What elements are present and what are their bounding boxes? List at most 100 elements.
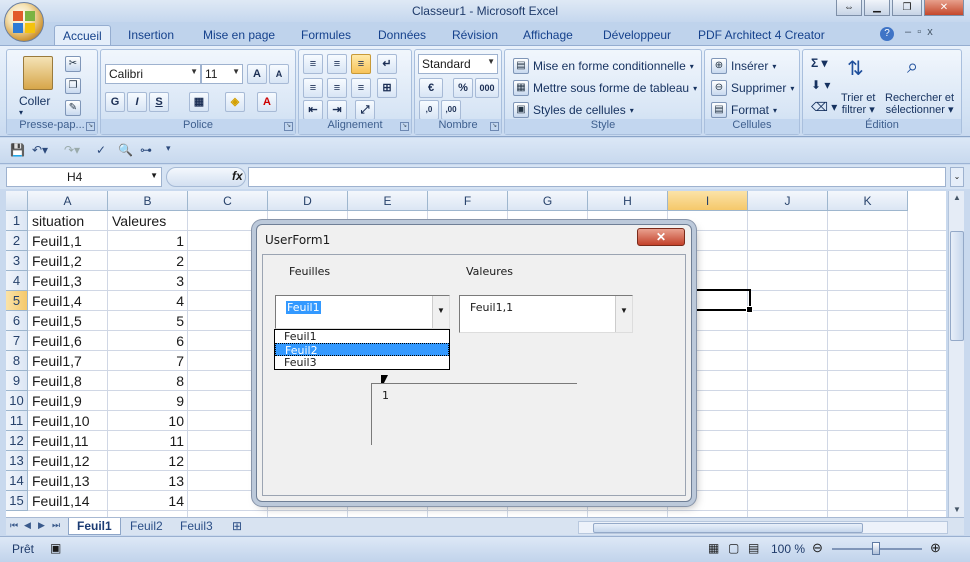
column-header-h[interactable]: H <box>588 191 668 211</box>
tab-insertion[interactable]: Insertion <box>120 25 182 46</box>
paste-button[interactable]: Coller <box>19 94 50 108</box>
cell-a[interactable]: Feuil1,1 <box>28 231 108 251</box>
last-sheet-icon[interactable]: ⏭ <box>52 520 60 531</box>
cell-a[interactable]: Feuil1,10 <box>28 411 108 431</box>
sheets-combobox[interactable]: Feuil1 ▼ <box>275 295 450 329</box>
delete-button[interactable]: ⊖ Supprimer ▾ <box>711 80 794 96</box>
paste-dropdown-icon[interactable]: ▾ <box>19 108 23 117</box>
row-header[interactable]: 10 <box>6 391 28 411</box>
insert-button[interactable]: ⊕ Insérer ▾ <box>711 58 776 74</box>
wrap-text-icon[interactable]: ↵ <box>377 54 397 74</box>
values-combobox[interactable]: Feuil1,1 ▼ <box>459 295 633 333</box>
row-header[interactable]: 2 <box>6 231 28 251</box>
zoom-in-icon[interactable]: ⊕ <box>930 540 941 556</box>
name-box[interactable]: H4 ▼ <box>6 167 162 187</box>
row-header[interactable]: 12 <box>6 431 28 451</box>
sort-filter-button[interactable]: Trier et filtrer ▾ <box>841 92 875 116</box>
row-header[interactable]: 11 <box>6 411 28 431</box>
copy-icon[interactable]: ❐ <box>65 78 81 94</box>
column-header-i[interactable]: I <box>668 191 748 211</box>
print-preview-icon[interactable]: 🔍 <box>118 143 133 157</box>
font-launcher-icon[interactable]: ↘ <box>284 122 293 131</box>
cell-styles-button[interactable]: ▣ Styles de cellules ▾ <box>513 102 634 118</box>
grow-font-button[interactable]: A <box>247 64 267 84</box>
column-header-a[interactable]: A <box>28 191 108 211</box>
cell-b[interactable]: 8 <box>108 371 188 391</box>
cell-a[interactable]: Feuil1,14 <box>28 491 108 511</box>
cell-b[interactable]: 5 <box>108 311 188 331</box>
restore-button[interactable]: ❐ <box>892 0 922 16</box>
row-header[interactable]: 5 <box>6 291 28 311</box>
paste-icon[interactable] <box>23 56 53 90</box>
format-as-table-button[interactable]: ▦ Mettre sous forme de tableau ▾ <box>513 80 697 96</box>
italic-button[interactable]: I <box>127 92 147 112</box>
row-header[interactable]: 6 <box>6 311 28 331</box>
zoom-level[interactable]: 100 % <box>771 542 805 556</box>
cell-a[interactable]: Feuil1,2 <box>28 251 108 271</box>
cell-a[interactable]: Feuil1,12 <box>28 451 108 471</box>
row-header[interactable]: 4 <box>6 271 28 291</box>
scroll-up-icon[interactable]: ▲ <box>950 191 964 205</box>
shrink-font-button[interactable]: A <box>269 64 289 84</box>
cell-a[interactable]: Feuil1,4 <box>28 291 108 311</box>
fill-color-icon[interactable]: ◈ <box>225 92 245 112</box>
column-header-k[interactable]: K <box>828 191 908 211</box>
page-break-view-icon[interactable]: ▤ <box>748 541 759 555</box>
chevron-down-icon[interactable]: ▼ <box>432 296 449 328</box>
column-header-b[interactable]: B <box>108 191 188 211</box>
cell-a[interactable]: Feuil1,9 <box>28 391 108 411</box>
font-name-combo[interactable]: Calibri ▼ <box>105 64 201 84</box>
font-color-icon[interactable]: A <box>257 92 277 112</box>
column-header-g[interactable]: G <box>508 191 588 211</box>
binoculars-icon[interactable]: ⌕ <box>907 56 935 84</box>
redo-icon[interactable]: ↷▾ <box>64 143 80 157</box>
sort-filter-icon[interactable]: ⇅ <box>847 56 875 84</box>
org-chart-icon[interactable]: ⊶ <box>140 143 152 157</box>
select-all-corner[interactable] <box>6 191 28 211</box>
horizontal-scroll-thumb[interactable] <box>593 523 863 533</box>
macro-record-icon[interactable]: ▣ <box>50 541 61 555</box>
row-header[interactable]: 3 <box>6 251 28 271</box>
dropdown-item-feuil1[interactable]: Feuil1 <box>275 330 449 343</box>
find-select-button[interactable]: Rechercher et sélectionner ▾ <box>885 92 954 116</box>
sheet-tab-feuil1[interactable]: Feuil1 <box>68 518 121 535</box>
tab-revision[interactable]: Révision <box>444 25 506 46</box>
clear-icon[interactable]: ⌫ ▾ <box>811 100 837 114</box>
cell-b[interactable]: 1 <box>108 231 188 251</box>
horizontal-scrollbar[interactable] <box>578 521 948 534</box>
sheet-tab-feuil2[interactable]: Feuil2 <box>122 518 171 535</box>
tab-pdf-architect[interactable]: PDF Architect 4 Creator <box>690 25 833 46</box>
fill-icon[interactable]: ⬇ ▾ <box>811 78 830 92</box>
value-textbox[interactable]: 1 <box>371 383 577 445</box>
scroll-down-icon[interactable]: ▼ <box>950 503 964 517</box>
cell-a[interactable]: Feuil1,7 <box>28 351 108 371</box>
cell-a[interactable]: Feuil1,8 <box>28 371 108 391</box>
zoom-slider-knob[interactable] <box>872 542 880 555</box>
expand-formula-bar-icon[interactable]: ⌄ <box>950 167 964 187</box>
row-header[interactable]: 13 <box>6 451 28 471</box>
cut-icon[interactable]: ✂ <box>65 56 81 72</box>
next-sheet-icon[interactable]: ▶ <box>38 520 45 531</box>
borders-icon[interactable]: ▦ <box>189 92 209 112</box>
format-painter-icon[interactable]: ✎ <box>65 100 81 116</box>
row-header[interactable]: 7 <box>6 331 28 351</box>
resize-icon[interactable]: ⇔ <box>836 0 862 16</box>
chevron-down-icon[interactable]: ▼ <box>615 296 632 332</box>
currency-icon[interactable]: € <box>419 78 443 98</box>
align-bottom-icon[interactable]: ≡ <box>351 54 371 74</box>
close-button[interactable]: ✕ <box>924 0 964 16</box>
decrease-decimal-icon[interactable]: ,00 <box>441 100 461 120</box>
row-header[interactable]: 1 <box>6 211 28 231</box>
userform-close-button[interactable]: ✕ <box>637 228 685 246</box>
autosum-icon[interactable]: Σ ▾ <box>811 56 828 70</box>
cell-b[interactable]: 4 <box>108 291 188 311</box>
ribbon-window-controls[interactable]: – ▫ x <box>905 26 933 38</box>
minimize-button[interactable]: ▁ <box>864 0 890 16</box>
customize-qat-icon[interactable]: ▾ <box>166 143 171 154</box>
column-header-e[interactable]: E <box>348 191 428 211</box>
increase-indent-icon[interactable]: ⇥ <box>327 100 347 120</box>
dropdown-item-feuil3[interactable]: Feuil3 <box>275 356 449 369</box>
save-icon[interactable]: 💾 <box>10 143 25 157</box>
cell-b[interactable]: 7 <box>108 351 188 371</box>
percent-button[interactable]: % <box>453 78 473 98</box>
